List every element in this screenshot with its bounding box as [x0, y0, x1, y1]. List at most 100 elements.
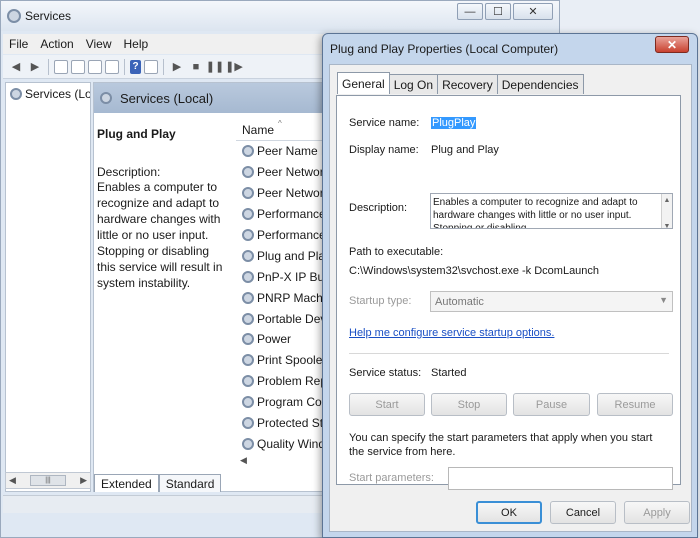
- service-gear-icon: [242, 166, 254, 179]
- stop-button[interactable]: Stop: [431, 393, 507, 416]
- service-gear-icon: [242, 291, 254, 304]
- restart-icon[interactable]: ❚▶: [225, 59, 243, 75]
- list-item[interactable]: PnP-X IP Bus E...: [236, 266, 326, 287]
- list-item-label: Problem Repo...: [257, 374, 326, 389]
- list-item-label: PnP-X IP Bus E...: [257, 269, 326, 284]
- startup-type-label: Startup type:: [349, 295, 412, 307]
- help-configure-link[interactable]: Help me configure service startup option…: [349, 327, 554, 339]
- service-gear-icon: [242, 270, 254, 283]
- description-scrollbar[interactable]: ▲ ▼: [661, 194, 672, 228]
- menu-help[interactable]: Help: [118, 37, 155, 51]
- service-description: Enables a computer to recognize and adap…: [97, 180, 223, 290]
- tab-standard[interactable]: Standard: [158, 474, 222, 492]
- tab-extended[interactable]: Extended: [94, 474, 159, 492]
- list-item-label: Peer Networki...: [257, 186, 326, 201]
- ok-button[interactable]: OK: [476, 501, 542, 524]
- service-gear-icon: [242, 249, 254, 262]
- list-item-label: Peer Name Re...: [257, 144, 326, 159]
- start-button[interactable]: Start: [349, 393, 425, 416]
- list-item[interactable]: Power: [236, 329, 326, 350]
- title-bar: Services — ☐ ✕: [1, 1, 559, 31]
- tree-node-services[interactable]: Services (Loca: [6, 83, 90, 101]
- start-params-label: Start parameters:: [349, 472, 434, 484]
- list-item[interactable]: Portable Devic...: [236, 308, 326, 329]
- tree-node-label: Services (Loca: [25, 87, 90, 101]
- services-app-icon: [7, 9, 21, 23]
- start-params-note: You can specify the start parameters tha…: [349, 432, 653, 458]
- view-tabs: Extended Standard: [94, 472, 222, 492]
- forward-arrow-icon[interactable]: ▶: [27, 59, 43, 75]
- menu-action[interactable]: Action: [34, 37, 79, 51]
- view-icon[interactable]: [144, 59, 158, 74]
- list-scroll-left-icon[interactable]: ◀: [236, 455, 326, 469]
- pause-icon[interactable]: ❚❚: [206, 59, 224, 75]
- help-icon[interactable]: ?: [130, 59, 141, 74]
- list-item[interactable]: Peer Networki...: [236, 162, 326, 183]
- properties-icon[interactable]: [71, 59, 85, 74]
- sort-arrow-icon: ^: [278, 119, 282, 128]
- show-hide-tree-icon[interactable]: [54, 59, 68, 74]
- display-name-value: Plug and Play: [431, 144, 499, 156]
- menu-file[interactable]: File: [3, 37, 34, 51]
- tab-dependencies[interactable]: Dependencies: [496, 74, 584, 94]
- startup-type-value: Automatic: [435, 295, 484, 308]
- list-item-label: Performance C...: [257, 207, 326, 222]
- list-item[interactable]: Performance C...: [236, 204, 326, 225]
- dialog-close-button[interactable]: ✕: [655, 36, 689, 53]
- window-controls: — ☐ ✕: [457, 3, 553, 20]
- apply-button[interactable]: Apply: [624, 501, 690, 524]
- list-item[interactable]: PNRP Machine...: [236, 287, 326, 308]
- service-gear-icon: [242, 333, 254, 346]
- general-tab-page: Service name: PlugPlay Display name: Plu…: [336, 95, 681, 490]
- tab-general[interactable]: General: [337, 72, 390, 94]
- menu-view[interactable]: View: [80, 37, 118, 51]
- minimize-button[interactable]: —: [457, 3, 483, 20]
- list-item[interactable]: Peer Name Re...: [236, 141, 326, 162]
- services-icon: [100, 92, 112, 104]
- startup-type-select[interactable]: Automatic ▼: [430, 291, 673, 312]
- list-item-label: Quality Windo...: [257, 436, 326, 451]
- list-item[interactable]: Quality Windo...: [236, 433, 326, 454]
- list-item-label: Program Com...: [257, 395, 326, 410]
- maximize-button[interactable]: ☐: [485, 3, 511, 20]
- description-textbox[interactable]: Enables a computer to recognize and adap…: [430, 193, 673, 229]
- list-item-label: Print Spooler: [257, 353, 326, 368]
- play-icon[interactable]: ▶: [169, 59, 185, 75]
- back-arrow-icon[interactable]: ◀: [8, 59, 24, 75]
- list-item[interactable]: Performance L...: [236, 225, 326, 246]
- scroll-right-icon[interactable]: ▶: [80, 475, 87, 486]
- scroll-thumb[interactable]: |||: [30, 475, 66, 486]
- list-item[interactable]: Program Com...: [236, 392, 326, 413]
- console-tree: Services (Loca: [5, 82, 91, 492]
- list-item[interactable]: Print Spooler: [236, 350, 326, 371]
- service-gear-icon: [242, 312, 254, 325]
- column-header-name[interactable]: ^ Name: [236, 119, 326, 141]
- list-item[interactable]: Protected Stor...: [236, 413, 326, 434]
- close-button[interactable]: ✕: [513, 3, 553, 20]
- list-item[interactable]: Peer Networki...: [236, 183, 326, 204]
- scroll-left-icon[interactable]: ◀: [9, 475, 16, 486]
- pause-button[interactable]: Pause: [513, 393, 590, 416]
- start-params-input[interactable]: [448, 467, 673, 490]
- description-label: Description:: [349, 202, 408, 214]
- dialog-tabs: General Log On Recovery Dependencies: [337, 72, 584, 94]
- tab-log-on[interactable]: Log On: [388, 74, 439, 94]
- tree-horizontal-scrollbar[interactable]: ◀ ||| ▶: [5, 472, 91, 489]
- export-list-icon[interactable]: [105, 59, 119, 74]
- service-status-label: Service status:: [349, 367, 422, 379]
- description-text: Enables a computer to recognize and adap…: [433, 197, 638, 229]
- tab-recovery[interactable]: Recovery: [437, 74, 498, 94]
- toolbar-separator: [163, 58, 164, 75]
- resume-button[interactable]: Resume: [597, 393, 673, 416]
- list-item[interactable]: Problem Repo...: [236, 371, 326, 392]
- chevron-down-icon: ▼: [659, 295, 668, 305]
- properties-dialog: Plug and Play Properties (Local Computer…: [322, 33, 698, 538]
- cancel-button[interactable]: Cancel: [550, 501, 616, 524]
- list-item[interactable]: Plug and Play: [236, 245, 326, 266]
- services-panel: Services (Local) Plug and Play Descripti…: [93, 82, 334, 492]
- service-status-value: Started: [431, 367, 467, 379]
- refresh-icon[interactable]: [88, 59, 102, 74]
- list-item-label: Performance L...: [257, 228, 326, 242]
- service-name-value[interactable]: PlugPlay: [431, 117, 477, 129]
- stop-icon[interactable]: ■: [188, 59, 204, 75]
